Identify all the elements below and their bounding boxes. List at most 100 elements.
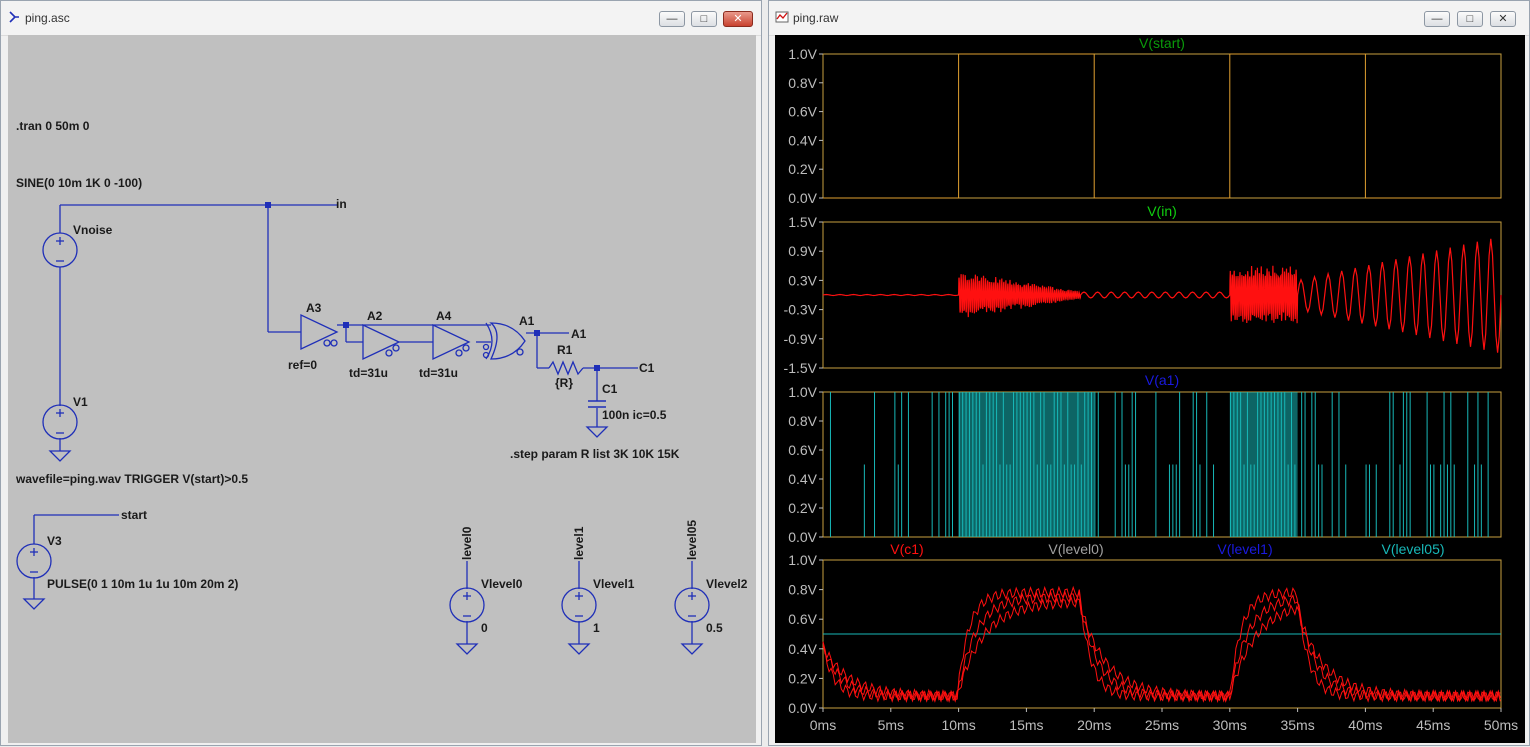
trace-title[interactable]: V(a1) [1145,372,1179,388]
schematic-window[interactable]: ping.asc — □ ✕ .tran 0 50m 0 SINE(0 10m … [0,0,762,746]
y-tick-label: 0.8V [788,582,817,598]
net-label-level0[interactable]: level0 [460,526,474,560]
x-tick-label: 0ms [810,717,836,733]
step-directive[interactable]: .step param R list 3K 10K 15K [510,447,680,461]
net-label-in[interactable]: in [336,197,347,211]
y-tick-label: 0.2V [788,161,817,177]
trace-title[interactable]: V(in) [1147,203,1177,219]
y-tick-label: -0.9V [784,331,818,347]
capacitor-c1-symbol [588,400,606,408]
y-tick-label: 1.0V [788,46,817,62]
plot-pane-frame[interactable] [822,391,1502,538]
tran-directive[interactable]: .tran 0 50m 0 [16,119,90,133]
x-tick-label: 25ms [1145,717,1179,733]
x-tick-label: 35ms [1280,717,1314,733]
vlevel0-label[interactable]: Vlevel0 [481,577,523,591]
trace-vc1 [822,590,1501,703]
x-tick-label: 20ms [1077,717,1111,733]
vnoise-label[interactable]: Vnoise [73,223,113,237]
legend-entry[interactable]: V(level1) [1217,541,1272,557]
x-tick-label: 50ms [1484,717,1518,733]
y-tick-label: 0.2V [788,500,817,516]
y-tick-label: 1.0V [788,552,817,568]
net-label-c1[interactable]: C1 [639,361,655,375]
close-button[interactable]: ✕ [1490,11,1516,27]
capacitor-c1-value[interactable]: 100n ic=0.5 [602,408,667,422]
wavefile-spec[interactable]: wavefile=ping.wav TRIGGER V(start)>0.5 [15,472,248,486]
gate-a2-param[interactable]: td=31u [349,366,388,380]
y-tick-label: 0.6V [788,611,817,627]
vlevel2-value[interactable]: 0.5 [706,621,723,635]
gate-a2-label[interactable]: A2 [367,309,383,323]
waveform-titlebar[interactable]: ping.raw — □ ✕ [769,1,1529,36]
waveform-viewer-icon [775,11,789,23]
legend-entry[interactable]: V(c1) [890,541,923,557]
x-tick-label: 5ms [878,717,904,733]
x-tick-label: 40ms [1348,717,1382,733]
trace-va1 [829,392,1489,537]
y-tick-label: 0.6V [788,442,817,458]
waveform-plots[interactable]: 1.0V 0.8V 0.6V 0.4V 0.2V 0.0V V(start) 1.5V 0.9V… [775,35,1525,743]
gate-a1-label[interactable]: A1 [519,314,535,328]
y-tick-label: 0.0V [788,529,817,545]
gate-a4-label[interactable]: A4 [436,309,452,323]
resistor-r1-label[interactable]: R1 [557,343,573,357]
y-tick-label: 0.0V [788,700,817,716]
net-label-level1[interactable]: level1 [572,526,586,560]
restore-button[interactable]: □ [691,11,717,27]
v1-label[interactable]: V1 [73,395,88,409]
legend-entry[interactable]: V(level05) [1381,541,1444,557]
ground-symbols [22,426,704,655]
capacitor-c1-label[interactable]: C1 [602,382,618,396]
resistor-r1-symbol [548,360,584,376]
trace-vc1 [822,595,1501,703]
y-tick-label: 0.2V [788,670,817,686]
net-label-a1[interactable]: A1 [571,327,587,341]
y-tick-label: 0.8V [788,413,817,429]
resistor-r1-value[interactable]: {R} [555,376,573,390]
x-tick-label: 15ms [1009,717,1043,733]
legend-entry[interactable]: V(level0) [1048,541,1103,557]
vlevel1-label[interactable]: Vlevel1 [593,577,635,591]
trace-title[interactable]: V(start) [1139,35,1185,51]
y-tick-label: 0.9V [788,243,817,259]
y-tick-label: 0.4V [788,641,817,657]
y-tick-label: 1.0V [788,384,817,400]
x-tick-label: 45ms [1416,717,1450,733]
gate-a3-param[interactable]: ref=0 [288,358,317,372]
y-tick-label: 0.8V [788,75,817,91]
restore-button[interactable]: □ [1457,11,1483,27]
gate-a4-param[interactable]: td=31u [419,366,458,380]
vlevel2-label[interactable]: Vlevel2 [706,577,748,591]
trace-vin [822,238,1502,353]
y-tick-label: 1.5V [788,214,817,230]
y-tick-label: -0.3V [784,302,818,318]
schematic-canvas[interactable]: .tran 0 50m 0 SINE(0 10m 1K 0 -100) in V… [8,35,756,743]
v3-label[interactable]: V3 [47,534,62,548]
sine-spec[interactable]: SINE(0 10m 1K 0 -100) [16,176,142,190]
pulse-spec[interactable]: PULSE(0 1 10m 1u 1u 10m 20m 2) [47,577,238,591]
schematic-titlebar[interactable]: ping.asc — □ ✕ [1,1,761,36]
y-tick-label: 0.4V [788,132,817,148]
minimize-button[interactable]: — [1424,11,1450,27]
trace-vstart [823,53,1501,199]
y-tick-label: 0.4V [788,471,817,487]
gate-a3-label[interactable]: A3 [306,301,322,315]
logic-gates [300,313,526,361]
window-title: ping.asc [25,11,70,25]
y-tick-label: 0.3V [788,272,817,288]
minimize-button[interactable]: — [659,11,685,27]
vlevel0-value[interactable]: 0 [481,621,488,635]
waveform-window[interactable]: ping.raw — □ ✕ 1.0V 0.8V 0.6V 0.4V 0.2V 0.0V V… [768,0,1530,746]
y-tick-label: 0.6V [788,104,817,120]
trace-vc1 [822,585,1501,703]
net-label-level05[interactable]: level05 [685,520,699,560]
plot-pane-frame[interactable] [822,53,1502,199]
waveform-plot-area[interactable]: 1.0V 0.8V 0.6V 0.4V 0.2V 0.0V V(start) 1.5V 0.9V… [775,35,1525,743]
x-tick-label: 30ms [1213,717,1247,733]
ltspice-schematic-icon [9,11,19,23]
net-label-start[interactable]: start [121,508,147,522]
close-button[interactable]: ✕ [723,11,753,27]
x-tick-label: 10ms [941,717,975,733]
vlevel1-value[interactable]: 1 [593,621,600,635]
